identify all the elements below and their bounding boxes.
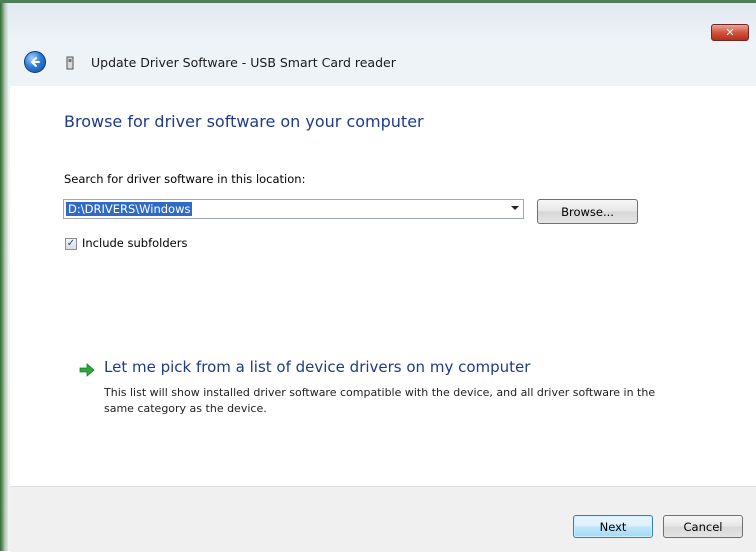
window-left-edge [0, 0, 8, 551]
close-button[interactable]: ✕ [711, 24, 749, 41]
green-arrow-icon[interactable] [79, 363, 95, 377]
next-button[interactable]: Next [573, 515, 653, 538]
location-combobox[interactable]: D:\DRIVERS\Windows [63, 199, 524, 219]
window-top-edge [0, 0, 756, 3]
content-area [10, 86, 756, 486]
include-subfolders-label[interactable]: Include subfolders [82, 236, 187, 250]
search-location-label: Search for driver software in this locat… [64, 172, 306, 186]
back-arrow-icon [31, 57, 40, 67]
close-icon: ✕ [725, 26, 735, 39]
browse-button[interactable]: Browse... [537, 199, 638, 224]
pick-from-list-description: This list will show installed driver sof… [104, 386, 656, 415]
page-title: Browse for driver software on your compu… [64, 112, 424, 131]
window-title: Update Driver Software - USB Smart Card … [91, 55, 396, 70]
checkmark-icon: ✓ [66, 238, 76, 249]
location-input-value[interactable]: D:\DRIVERS\Windows [66, 202, 193, 216]
back-button[interactable] [24, 51, 46, 73]
pick-from-list-link[interactable]: Let me pick from a list of device driver… [104, 358, 530, 376]
cancel-button[interactable]: Cancel [663, 515, 743, 538]
include-subfolders-checkbox[interactable]: ✓ [65, 238, 77, 250]
chevron-down-icon[interactable] [511, 206, 519, 210]
device-icon [66, 56, 74, 70]
